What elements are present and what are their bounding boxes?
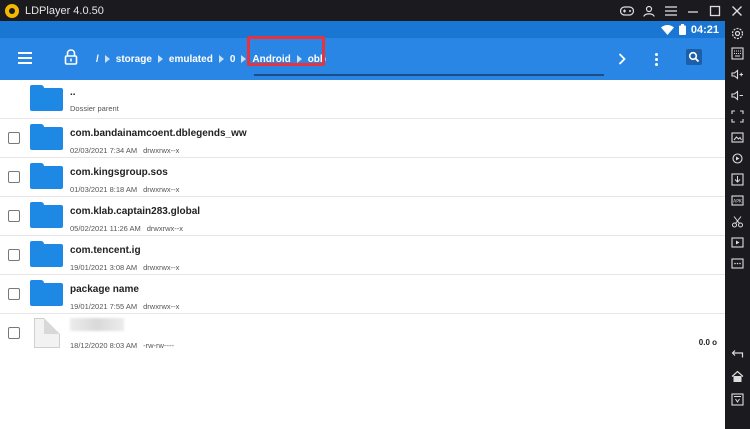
- file-date: 19/01/2021 3:08 AM: [70, 263, 138, 272]
- select-checkbox[interactable]: [8, 327, 20, 339]
- file-meta: 05/02/2021 11:26 AM drwxrwx--x: [70, 224, 183, 233]
- file-date: 05/02/2021 11:26 AM: [70, 224, 141, 233]
- list-item[interactable]: 18/12/2020 8:03 AM -rw-rw---- 0.0 o: [0, 314, 725, 356]
- more-tools-icon[interactable]: [731, 257, 744, 270]
- close-icon[interactable]: [730, 4, 744, 18]
- list-item[interactable]: com.klab.captain283.global 05/02/2021 11…: [0, 197, 725, 236]
- svg-text:APK: APK: [733, 199, 743, 205]
- file-name: com.bandainamcoent.dblegends_ww: [70, 128, 247, 139]
- home-icon[interactable]: [731, 370, 744, 383]
- file-permissions: -rw-rw----: [143, 341, 174, 350]
- status-time: 04:21: [690, 23, 719, 36]
- list-item-parent-directory[interactable]: .. Dossier parent: [0, 80, 725, 119]
- file-size: 0.0 o: [698, 338, 717, 347]
- file-subtitle: Dossier parent: [70, 104, 119, 113]
- breadcrumb-separator-icon: [241, 55, 247, 63]
- file-meta: 01/03/2021 8:18 AM drwxrwx--x: [70, 185, 179, 194]
- file-meta: 19/01/2021 3:08 AM drwxrwx--x: [70, 263, 179, 272]
- file-meta: 02/03/2021 7:34 AM drwxrwx--x: [70, 146, 179, 155]
- list-item[interactable]: com.bandainamcoent.dblegends_ww 02/03/20…: [0, 119, 725, 158]
- recent-apps-icon[interactable]: [731, 393, 744, 406]
- menu-icon[interactable]: [664, 4, 678, 18]
- breadcrumb-storage[interactable]: storage: [116, 54, 152, 65]
- volume-up-icon[interactable]: [731, 68, 744, 81]
- list-item[interactable]: com.kingsgroup.sos 01/03/2021 8:18 AM drw…: [0, 158, 725, 197]
- window-title: LDPlayer 4.0.50: [25, 4, 104, 17]
- emulator-side-toolbar: APK: [725, 21, 750, 429]
- file-meta: 18/12/2020 8:03 AM -rw-rw----: [70, 341, 174, 350]
- file-name: com.tencent.ig: [70, 245, 141, 256]
- file-name: com.kingsgroup.sos: [70, 167, 168, 178]
- file-name: com.klab.captain283.global: [70, 206, 201, 217]
- file-manager-toolbar: / storage emulated 0 Android obb: [0, 36, 725, 80]
- select-checkbox[interactable]: [8, 132, 20, 144]
- breadcrumb-emulated[interactable]: emulated: [169, 54, 213, 65]
- file-date: 01/03/2021 8:18 AM: [70, 185, 138, 194]
- battery-icon: [678, 24, 686, 35]
- file-permissions: drwxrwx--x: [143, 185, 180, 194]
- scissors-icon[interactable]: [731, 215, 744, 228]
- breadcrumb-root[interactable]: /: [96, 54, 99, 65]
- file-meta: 19/01/2021 7:55 AM drwxrwx--x: [70, 302, 179, 311]
- breadcrumb-highlight-box: [247, 36, 325, 66]
- breadcrumb-separator-icon: [218, 55, 224, 63]
- file-list: .. Dossier parent com.bandainamcoent.dbl…: [0, 80, 725, 356]
- minimize-icon[interactable]: [686, 4, 700, 18]
- fullscreen-icon[interactable]: [731, 110, 744, 123]
- file-name: package name: [70, 284, 139, 295]
- install-apk-icon[interactable]: [731, 173, 744, 186]
- search-icon[interactable]: [686, 49, 702, 65]
- breadcrumb-separator-icon: [157, 55, 163, 63]
- file-date: 19/01/2021 7:55 AM: [70, 302, 138, 311]
- file-date: 18/12/2020 8:03 AM: [70, 341, 138, 350]
- folder-icon: [30, 85, 63, 111]
- breadcrumb-0[interactable]: 0: [230, 54, 236, 65]
- folder-icon: [30, 241, 63, 267]
- keyboard-icon[interactable]: [731, 47, 744, 60]
- folder-icon: [30, 202, 63, 228]
- account-icon[interactable]: [642, 4, 656, 18]
- more-options-icon[interactable]: [655, 38, 658, 80]
- gamepad-icon[interactable]: [620, 4, 634, 18]
- lock-icon[interactable]: [64, 49, 78, 65]
- select-checkbox[interactable]: [8, 210, 20, 222]
- blurred-file-name: [70, 318, 124, 331]
- select-checkbox[interactable]: [8, 249, 20, 261]
- list-item[interactable]: package name 19/01/2021 7:55 AM drwxrwx--…: [0, 275, 725, 314]
- select-checkbox[interactable]: [8, 288, 20, 300]
- hamburger-menu-icon[interactable]: [18, 52, 32, 64]
- file-permissions: drwxrwx--x: [143, 146, 180, 155]
- folder-icon: [30, 280, 63, 306]
- file-name: ..: [70, 87, 76, 98]
- back-icon[interactable]: [731, 347, 744, 360]
- breadcrumb-separator-icon: [104, 55, 110, 63]
- record-video-icon[interactable]: [731, 236, 744, 249]
- rotate-icon[interactable]: [731, 152, 744, 165]
- android-status-bar: 04:21: [0, 21, 725, 38]
- folder-icon: [30, 163, 63, 189]
- window-titlebar: LDPlayer 4.0.50: [0, 0, 750, 21]
- select-checkbox[interactable]: [8, 171, 20, 183]
- folder-icon: [30, 124, 63, 150]
- shared-folder-icon[interactable]: APK: [731, 194, 744, 207]
- forward-chevron-icon[interactable]: [618, 38, 626, 80]
- wifi-icon: [660, 24, 674, 35]
- maximize-icon[interactable]: [708, 4, 722, 18]
- ldplayer-logo-icon: [5, 3, 19, 18]
- android-screen: 04:21 / storage emulated 0 Android obb .…: [0, 21, 725, 429]
- volume-down-icon[interactable]: [731, 89, 744, 102]
- screenshot-icon[interactable]: [731, 131, 744, 144]
- list-item[interactable]: com.tencent.ig 19/01/2021 3:08 AM drwxrwx…: [0, 236, 725, 275]
- file-permissions: drwxrwx--x: [143, 263, 180, 272]
- loading-progress-bar: [254, 74, 604, 76]
- settings-gear-icon[interactable]: [731, 27, 744, 40]
- file-permissions: drwxrwx--x: [143, 302, 180, 311]
- file-permissions: drwxrwx--x: [146, 224, 184, 233]
- file-date: 02/03/2021 7:34 AM: [70, 146, 138, 155]
- document-icon: [34, 318, 60, 348]
